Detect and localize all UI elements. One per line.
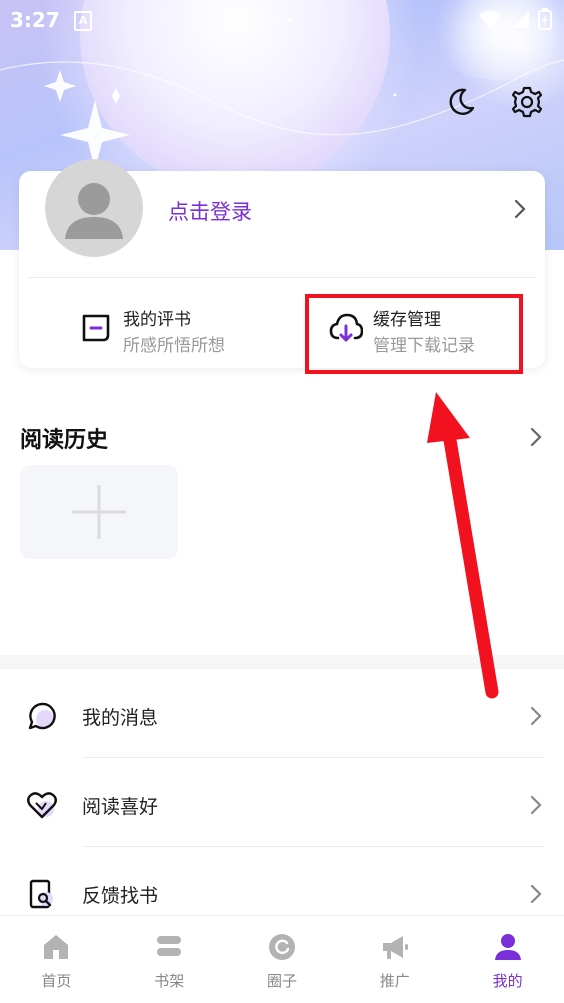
tab-label: 推广 [379,972,410,990]
user-icon [494,934,521,960]
my-reviews-entry[interactable]: 我的评书 所感所悟所想 [79,303,279,356]
reading-history-title: 阅读历史 [20,428,109,453]
row-divider [82,757,544,758]
menu-label: 阅读喜好 [82,796,159,818]
menu-item-messages[interactable]: 我的消息 [0,670,564,758]
notification-icon: A [74,11,92,31]
tab-label: 圈子 [266,972,297,990]
row-divider [82,846,544,847]
feature-title: 我的评书 [123,310,191,330]
megaphone-icon [382,936,408,959]
tab-home[interactable]: 首页 [0,916,113,1003]
circle-icon [268,934,295,960]
moon-icon[interactable] [445,86,477,118]
tab-label: 书架 [154,972,185,990]
gear-icon[interactable] [510,85,544,119]
wifi-icon [479,10,501,28]
search-book-icon [29,879,53,909]
default-avatar-icon [65,183,123,239]
bottom-tab-bar: 首页 书架 圈子 推广 我的 [0,915,564,1003]
status-bar: 3:27 A [0,0,564,40]
highlight-box [305,294,523,374]
chevron-right-icon [530,884,542,904]
chevron-right-icon[interactable] [529,426,543,448]
tab-bookshelf[interactable]: 书架 [113,916,226,1003]
tab-promotion[interactable]: 推广 [338,916,451,1003]
chevron-right-icon [530,706,542,726]
feature-subtitle: 所感所悟所想 [123,336,225,356]
status-time: 3:27 [10,8,60,32]
chevron-right-icon [530,795,542,815]
tab-label: 我的 [492,972,523,990]
comment-icon [82,314,110,342]
tab-circle[interactable]: 圈子 [226,916,339,1003]
menu-item-reading-preferences[interactable]: 阅读喜好 [0,759,564,847]
chevron-right-icon[interactable] [513,198,527,220]
login-link[interactable]: 点击登录 [168,196,252,226]
battery-icon [538,8,552,30]
card-divider [28,277,536,278]
home-icon [44,935,69,959]
add-history-button[interactable] [20,465,178,559]
signal-icon [512,11,529,28]
section-gap [0,655,564,669]
tab-mine[interactable]: 我的 [451,916,564,1003]
message-icon [28,702,56,730]
menu-label: 我的消息 [82,707,159,729]
menu-label: 反馈找书 [82,885,159,907]
avatar[interactable] [45,159,143,257]
plus-icon [72,485,126,539]
heart-icon [27,792,57,819]
tab-label: 首页 [41,972,72,990]
bookshelf-icon [157,936,182,956]
